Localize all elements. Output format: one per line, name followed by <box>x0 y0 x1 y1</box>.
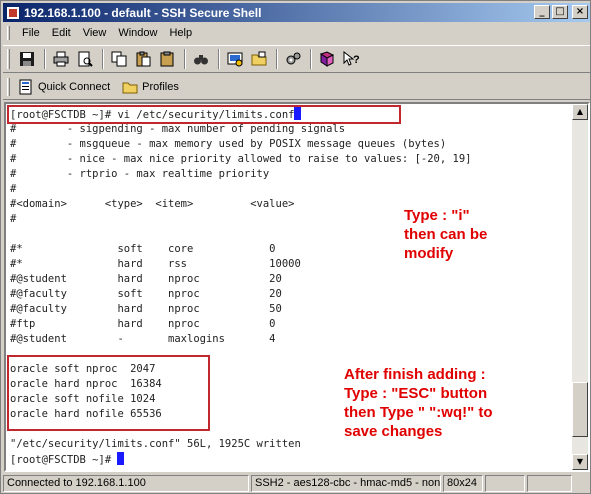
print-preview-button[interactable] <box>74 48 96 70</box>
status-bar: Connected to 192.168.1.100 SSH2 - aes128… <box>3 474 590 493</box>
terminal-line: # - sigpending - max number of pending s… <box>10 123 346 135</box>
toolbar-separator <box>276 49 278 69</box>
terminal-line: #* hard rss 10000 <box>10 258 301 270</box>
maximize-button[interactable]: □ <box>552 5 568 19</box>
main-toolbar: ? <box>3 45 590 73</box>
ssh-window: 192.168.1.100 - default - SSH Secure She… <box>0 0 591 494</box>
toolbar-separator <box>44 49 46 69</box>
quick-connect-label: Quick Connect <box>38 81 111 93</box>
terminal-line: #@faculty hard nproc 50 <box>10 303 282 315</box>
quick-connect-button[interactable]: Quick Connect <box>18 79 110 95</box>
toolbar-separator <box>310 49 312 69</box>
menu-view[interactable]: View <box>77 25 113 41</box>
oracle-limits-highlight-box <box>7 355 210 431</box>
paste-special-button[interactable] <box>156 48 178 70</box>
toolbar-separator <box>184 49 186 69</box>
terminal-line: # - msgqueue - max memory used by POSIX … <box>10 138 447 150</box>
print-preview-icon <box>78 51 93 67</box>
svg-text:?: ? <box>353 54 359 66</box>
print-icon <box>53 51 69 67</box>
menu-window[interactable]: Window <box>112 25 163 41</box>
terminal-line: # <box>10 213 17 225</box>
terminal-output[interactable]: [root@FSCTDB ~]# vi /etc/security/limits… <box>6 104 572 470</box>
menubar-grip[interactable] <box>7 26 10 40</box>
terminal-line: #@student hard nproc 20 <box>10 273 282 285</box>
quick-connect-icon <box>19 79 32 95</box>
menu-file[interactable]: File <box>16 25 46 41</box>
menu-help[interactable]: Help <box>163 25 198 41</box>
settings-icon <box>286 52 301 65</box>
find-button[interactable] <box>190 48 212 70</box>
terminal-line: #@student - maxlogins 4 <box>10 333 276 345</box>
status-cell-empty <box>527 475 572 492</box>
scroll-down-arrow[interactable]: ▼ <box>572 454 588 470</box>
annotation-type-i: Type : "i" then can be modify <box>404 207 488 262</box>
toolbar-separator <box>102 49 104 69</box>
folder-icon <box>251 51 267 66</box>
save-icon <box>20 52 34 66</box>
status-cell-empty <box>485 475 525 492</box>
profiles-button[interactable]: Profiles <box>122 79 179 95</box>
minimize-button[interactable]: _ <box>534 5 550 19</box>
annotation-after-finish: After finish adding : Type : "ESC" butto… <box>344 366 493 440</box>
help-icon: ? <box>343 51 359 66</box>
window-title: 192.168.1.100 - default - SSH Secure She… <box>24 5 262 20</box>
profile-bar: Quick Connect Profiles <box>3 75 590 100</box>
paste-icon <box>136 51 151 67</box>
scroll-thumb[interactable] <box>572 382 588 437</box>
profilebar-grip[interactable] <box>7 78 10 96</box>
terminal-cursor <box>117 452 125 465</box>
copy-button[interactable] <box>108 48 130 70</box>
new-file-transfer-icon <box>227 52 243 67</box>
paste-special-icon <box>160 51 174 67</box>
terminal-line: #ftp hard nproc 0 <box>10 318 276 330</box>
terminal-line: [root@FSCTDB ~]# <box>10 452 572 467</box>
protocol-status: SSH2 - aes128-cbc - hmac-md5 - none <box>251 475 441 492</box>
terminal-frame: [root@FSCTDB ~]# vi /etc/security/limits… <box>4 102 590 472</box>
help-book-icon <box>319 51 335 67</box>
profiles-label: Profiles <box>142 81 179 93</box>
save-button[interactable] <box>16 48 38 70</box>
new-terminal-button[interactable] <box>224 48 246 70</box>
toolbar-separator <box>218 49 220 69</box>
close-button[interactable]: × <box>572 5 588 19</box>
terminal-line: #@faculty soft nproc 20 <box>10 288 282 300</box>
scroll-up-arrow[interactable]: ▲ <box>572 104 588 120</box>
vertical-scrollbar[interactable]: ▲ ▼ <box>572 104 588 470</box>
terminal-line: # - rtprio - max realtime priority <box>10 168 270 180</box>
find-icon <box>194 55 208 65</box>
toolbar-grip[interactable] <box>7 49 10 69</box>
window-controls: _ □ × <box>534 5 588 19</box>
command-highlight-box <box>7 105 401 124</box>
settings-button[interactable] <box>282 48 304 70</box>
context-help-button[interactable]: ? <box>340 48 362 70</box>
terminal-line: #* soft core 0 <box>10 243 276 255</box>
ssh-app-icon <box>6 5 20 20</box>
file-transfer-button[interactable] <box>248 48 270 70</box>
menu-bar: File Edit View Window Help <box>3 23 590 43</box>
terminal-line: # - nice - max nice priority allowed to … <box>10 153 472 165</box>
title-bar[interactable]: 192.168.1.100 - default - SSH Secure She… <box>3 3 590 22</box>
terminal-line: #<domain> <type> <item> <value> <box>10 198 295 210</box>
menu-edit[interactable]: Edit <box>46 25 77 41</box>
connection-status: Connected to 192.168.1.100 <box>3 475 249 492</box>
copy-icon <box>111 51 127 67</box>
help-book-button[interactable] <box>316 48 338 70</box>
paste-button[interactable] <box>132 48 154 70</box>
folder-icon <box>122 82 138 94</box>
terminal-size-status: 80x24 <box>443 475 483 492</box>
terminal-line: # <box>10 183 17 195</box>
print-button[interactable] <box>50 48 72 70</box>
